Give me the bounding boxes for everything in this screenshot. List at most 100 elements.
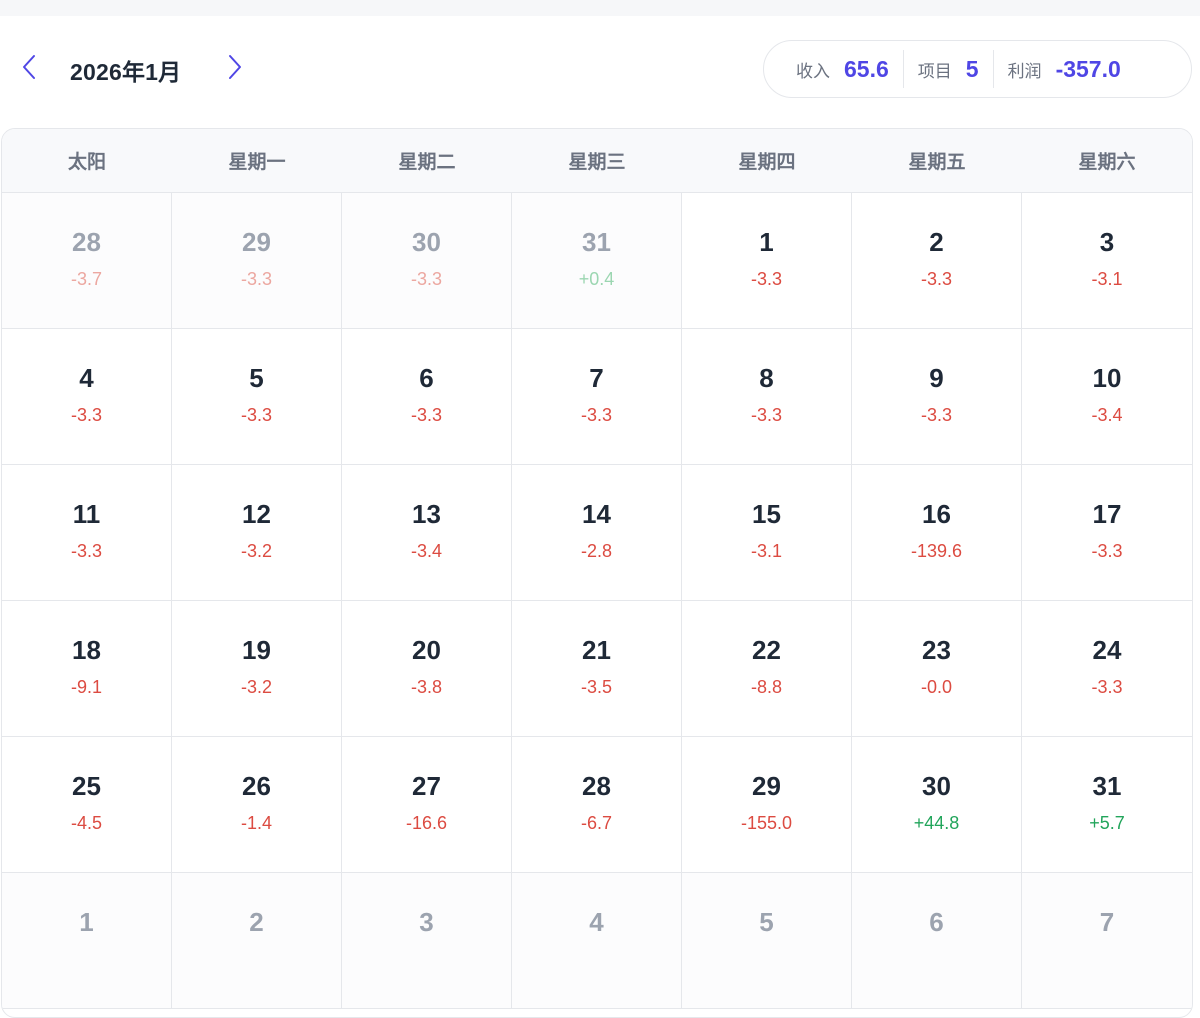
day-amount: -139.6 xyxy=(910,541,963,561)
day-number: 28 xyxy=(72,227,101,257)
day-cell[interactable]: 16 -139.6 xyxy=(852,465,1022,601)
day-cell[interactable]: 12 -3.2 xyxy=(172,465,342,601)
day-cell[interactable]: 14 -2.8 xyxy=(512,465,682,601)
day-cell[interactable]: 21 -3.5 xyxy=(512,601,682,737)
day-number: 12 xyxy=(242,499,271,529)
weekday-mon: 星期一 xyxy=(228,152,286,173)
day-cell[interactable]: 10 -3.4 xyxy=(1022,329,1192,465)
day-amount: -3.3 xyxy=(410,269,443,289)
day-amount: -3.5 xyxy=(580,677,613,697)
day-cell[interactable]: 9 -3.3 xyxy=(852,329,1022,465)
calendar-grid: 太阳 星期一 星期二 星期三 星期四 星期五 星期六 28 -3.7 29 -3.3 3… xyxy=(1,128,1193,1018)
weekday-sat: 星期六 xyxy=(1078,152,1136,173)
day-number: 5 xyxy=(759,907,774,937)
day-cell[interactable]: 31 +0.4 xyxy=(512,193,682,329)
day-amount: -3.3 xyxy=(70,405,103,425)
day-cell[interactable]: 27 -16.6 xyxy=(342,737,512,873)
day-number: 29 xyxy=(752,771,781,801)
day-number: 28 xyxy=(582,771,611,801)
day-cell[interactable]: 25 -4.5 xyxy=(2,737,172,873)
day-number: 16 xyxy=(922,499,951,529)
day-cell[interactable]: 2 xyxy=(172,873,342,1009)
weekday-header-row: 太阳 星期一 星期二 星期三 星期四 星期五 星期六 xyxy=(2,129,1192,193)
day-amount: -3.3 xyxy=(1091,541,1123,561)
day-cell[interactable]: 23 -0.0 xyxy=(852,601,1022,737)
day-cell[interactable]: 5 -3.3 xyxy=(172,329,342,465)
day-number: 5 xyxy=(249,363,264,393)
day-cell[interactable]: 4 -3.3 xyxy=(2,329,172,465)
day-cell[interactable]: 31 +5.7 xyxy=(1022,737,1192,873)
day-amount: -1.4 xyxy=(240,813,273,833)
month-title: 2026年1月 xyxy=(70,59,182,85)
weekday-wed: 星期三 xyxy=(568,152,626,173)
day-cell[interactable]: 4 xyxy=(512,873,682,1009)
day-cell[interactable]: 28 -3.7 xyxy=(2,193,172,329)
day-cell[interactable]: 22 -8.8 xyxy=(682,601,852,737)
day-amount: -3.3 xyxy=(920,405,953,425)
day-number: 13 xyxy=(412,499,441,529)
weekday-thu: 星期四 xyxy=(738,152,796,173)
income-stat: 收入 65.6 xyxy=(764,41,903,97)
day-amount: -2.8 xyxy=(580,541,613,561)
day-number: 11 xyxy=(72,499,101,529)
day-number: 7 xyxy=(589,363,604,393)
day-cell[interactable]: 3 xyxy=(342,873,512,1009)
items-value: 5 xyxy=(965,55,979,82)
day-amount: -3.3 xyxy=(750,269,783,289)
day-cell[interactable]: 15 -3.1 xyxy=(682,465,852,601)
day-grid: 28 -3.7 29 -3.3 30 -3.3 31 +0.4 1 -3.3 2 -3.3 3 -3.1 4… xyxy=(2,193,1192,1009)
day-cell[interactable]: 29 -155.0 xyxy=(682,737,852,873)
prev-month-button[interactable] xyxy=(14,50,44,84)
day-number: 1 xyxy=(759,227,774,257)
day-number: 20 xyxy=(412,635,441,665)
day-cell[interactable]: 11 -3.3 xyxy=(2,465,172,601)
day-cell[interactable]: 7 -3.3 xyxy=(512,329,682,465)
day-cell[interactable]: 13 -3.4 xyxy=(342,465,512,601)
day-amount: -3.4 xyxy=(1091,405,1123,425)
top-strip xyxy=(0,0,1200,16)
day-number: 24 xyxy=(1092,635,1122,665)
day-amount: -3.3 xyxy=(1091,677,1123,697)
day-cell[interactable]: 7 xyxy=(1022,873,1192,1009)
day-number: 18 xyxy=(72,635,101,665)
day-number: 17 xyxy=(1092,499,1122,529)
day-number: 4 xyxy=(79,363,94,393)
day-cell[interactable]: 28 -6.7 xyxy=(512,737,682,873)
day-amount: +5.7 xyxy=(1089,813,1125,833)
day-cell[interactable]: 19 -3.2 xyxy=(172,601,342,737)
day-cell[interactable]: 24 -3.3 xyxy=(1022,601,1192,737)
day-cell[interactable]: 5 xyxy=(682,873,852,1009)
day-cell[interactable]: 30 -3.3 xyxy=(342,193,512,329)
day-number: 6 xyxy=(419,363,434,393)
day-cell[interactable]: 20 -3.8 xyxy=(342,601,512,737)
day-number: 1 xyxy=(79,907,94,937)
day-amount: -3.3 xyxy=(240,405,273,425)
day-cell[interactable]: 6 xyxy=(852,873,1022,1009)
day-cell[interactable]: 17 -3.3 xyxy=(1022,465,1192,601)
day-number: 22 xyxy=(752,635,781,665)
day-number: 7 xyxy=(1099,907,1115,937)
items-label: 项目 xyxy=(917,61,952,81)
day-amount: -3.1 xyxy=(1091,269,1123,289)
day-number: 3 xyxy=(419,907,434,937)
day-amount: -3.4 xyxy=(410,541,443,561)
day-cell[interactable]: 1 xyxy=(2,873,172,1009)
day-cell[interactable]: 29 -3.3 xyxy=(172,193,342,329)
day-cell[interactable]: 18 -9.1 xyxy=(2,601,172,737)
weekday-fri: 星期五 xyxy=(908,152,966,173)
day-amount: -3.2 xyxy=(240,541,273,561)
day-cell[interactable]: 6 -3.3 xyxy=(342,329,512,465)
income-label: 收入 xyxy=(796,61,830,81)
next-month-button[interactable] xyxy=(220,50,250,84)
day-cell[interactable]: 26 -1.4 xyxy=(172,737,342,873)
day-number: 10 xyxy=(1092,363,1122,393)
day-number: 25 xyxy=(72,771,101,801)
day-cell[interactable]: 1 -3.3 xyxy=(682,193,852,329)
chevron-left-icon xyxy=(23,55,35,79)
day-amount: -6.7 xyxy=(580,813,613,833)
day-cell[interactable]: 3 -3.1 xyxy=(1022,193,1192,329)
profit-label: 利润 xyxy=(1007,61,1042,81)
day-cell[interactable]: 30 +44.8 xyxy=(852,737,1022,873)
day-cell[interactable]: 2 -3.3 xyxy=(852,193,1022,329)
day-cell[interactable]: 8 -3.3 xyxy=(682,329,852,465)
